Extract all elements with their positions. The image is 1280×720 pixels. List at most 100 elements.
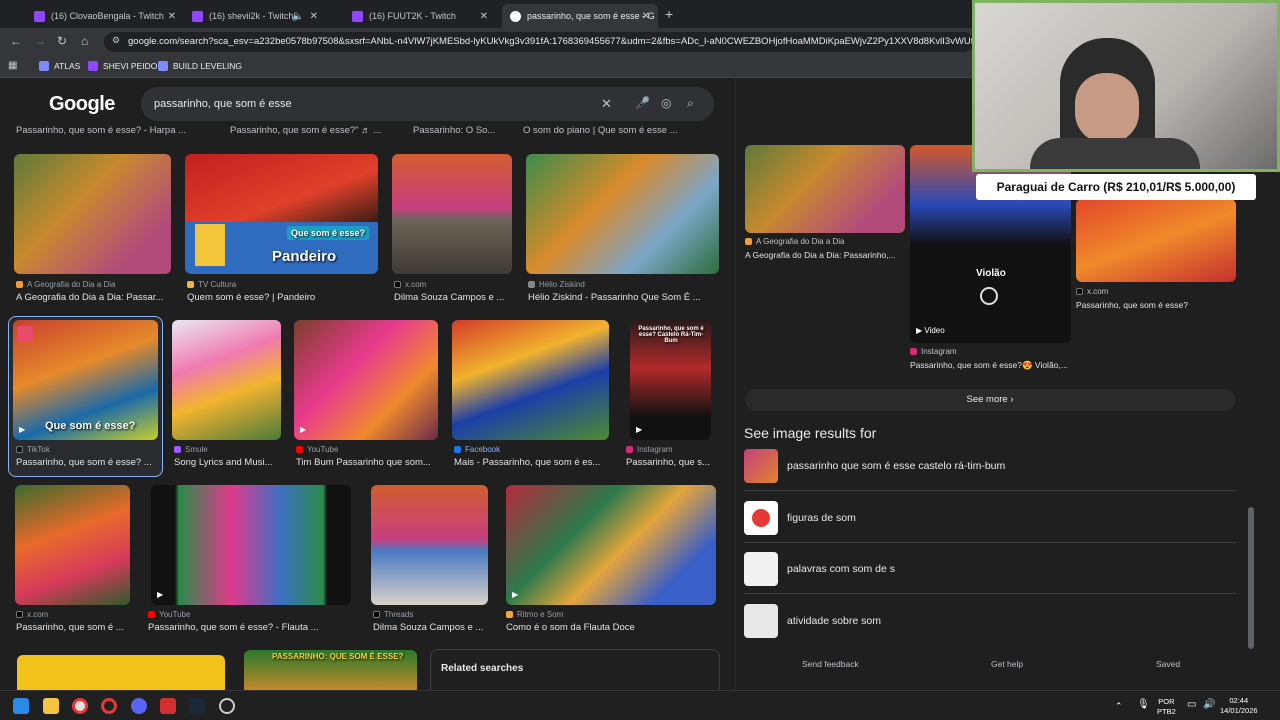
result-caption[interactable]: Passarinho, que som é esse? ... (16, 457, 158, 468)
new-tab-icon[interactable]: + (665, 6, 673, 22)
monitor-icon[interactable]: ▭ (1187, 700, 1196, 710)
site-icon (745, 238, 752, 245)
send-feedback-link[interactable]: Send feedback (802, 659, 859, 669)
app-icon (17, 326, 33, 342)
play-icon: ▶ (636, 425, 643, 434)
result-source: x.com (1076, 287, 1108, 296)
related-image-search[interactable]: palavras com som de s (744, 546, 1236, 594)
result-caption[interactable]: O som do piano | Que som é esse ... (523, 125, 678, 136)
apps-grid-icon[interactable]: ▦ (8, 60, 17, 71)
related-image-search[interactable]: figuras de som (744, 495, 1236, 543)
result-caption[interactable]: Passarinho, que som é esse? - Flauta ... (148, 622, 351, 633)
image-result[interactable] (371, 485, 488, 605)
close-icon[interactable]: ✕ (310, 11, 318, 22)
image-result[interactable] (17, 655, 225, 690)
app-icon[interactable] (160, 698, 176, 714)
result-caption[interactable]: Como é o som da Flauta Doce (506, 622, 716, 633)
related-image-search[interactable]: atividade sobre som (744, 598, 1236, 646)
google-icon (510, 10, 521, 22)
image-result[interactable]: ▶ (151, 485, 351, 605)
result-caption[interactable]: Passarinho, que som é esse?😍 Violão,... (910, 360, 1072, 371)
result-caption[interactable]: Passarinho, que som é esse? - Harpa ... (16, 125, 186, 136)
result-source: A Geografia do Dia a Dia (16, 280, 116, 289)
result-caption[interactable]: Quem som é esse? | Pandeiro (187, 292, 377, 303)
volume-icon[interactable]: 🔊 (1203, 700, 1215, 710)
settings-icon[interactable] (219, 698, 235, 714)
search-icon[interactable]: ⌕ (687, 96, 694, 111)
language-indicator[interactable]: POR PTB2 (1157, 697, 1176, 717)
see-more-button[interactable]: See more › (745, 389, 1235, 411)
result-caption[interactable]: A Geografia do Dia a Dia: Passarinho,... (745, 250, 905, 260)
image-result[interactable] (15, 485, 130, 605)
site-info-icon[interactable]: ⚙ (112, 35, 120, 46)
clear-icon[interactable]: ✕ (601, 96, 612, 112)
tab-twitch-1[interactable]: (16) ClovaoBengala - Twitch ✕ (26, 4, 184, 28)
image-result[interactable] (14, 154, 171, 274)
saved-link[interactable]: Saved (1156, 659, 1180, 669)
image-result[interactable] (745, 145, 905, 233)
result-caption[interactable]: Hélio Ziskind - Passarinho Que Som É ... (528, 292, 718, 303)
home-icon[interactable]: ⌂ (81, 34, 88, 48)
address-bar[interactable]: ⚙ google.com/search?sca_esv=a232be0578b97… (104, 32, 974, 52)
scrollbar[interactable] (1248, 507, 1254, 649)
image-result[interactable]: Que som é esse? ▶ (13, 320, 158, 440)
opera-icon[interactable] (101, 698, 117, 714)
result-caption[interactable]: A Geografia do Dia a Dia: Passar... (16, 292, 171, 303)
image-result[interactable] (1076, 199, 1236, 282)
search-box[interactable]: passarinho, que som é esse ✕ 🎤 ◎ ⌕ (141, 87, 714, 121)
image-result[interactable] (452, 320, 609, 440)
chevron-up-icon[interactable]: ⌃ (1115, 701, 1123, 711)
result-source: Threads (373, 610, 413, 619)
image-result[interactable] (392, 154, 512, 274)
image-result[interactable] (526, 154, 719, 274)
back-icon[interactable]: ← (10, 34, 22, 48)
result-source: Smule (174, 445, 208, 454)
result-caption[interactable]: Passarinho: O So... (413, 125, 495, 136)
tab-twitch-3[interactable]: (16) FUUT2K - Twitch ✕ (344, 4, 496, 28)
result-caption[interactable]: Passarinho, que som é esse? (1076, 300, 1236, 310)
threads-icon (373, 611, 380, 618)
clock[interactable]: 02:44 14/01/2026 (1220, 696, 1258, 716)
image-result[interactable] (172, 320, 281, 440)
steam-icon[interactable] (189, 698, 205, 714)
bookmark-atlas[interactable]: ATLAS (39, 61, 80, 71)
result-caption[interactable]: Song Lyrics and Musi... (174, 457, 280, 468)
result-caption[interactable]: Passarinho, que som é ... (16, 622, 131, 633)
discord-icon[interactable] (131, 698, 147, 714)
related-searches-heading: Related searches (441, 663, 524, 674)
close-icon[interactable]: ✕ (480, 11, 488, 22)
search-input[interactable]: passarinho, que som é esse (154, 98, 292, 110)
result-caption[interactable]: Mais - Passarinho, que som é es... (454, 457, 609, 468)
microphone-icon[interactable]: 🎤 (635, 96, 650, 110)
x-icon (394, 281, 401, 288)
tab-twitch-2[interactable]: (16) shevii2k - Twitch 🔈 ✕ (184, 4, 326, 28)
speaker-icon[interactable]: 🔈 (292, 11, 304, 22)
result-caption[interactable]: Passarinho, que s... (626, 457, 711, 468)
tv-cultura-logo (195, 224, 225, 266)
bookmark-build-leveling[interactable]: BUILD LEVELING (158, 61, 242, 71)
close-icon[interactable]: ✕ (168, 11, 176, 22)
tab-google-search[interactable]: passarinho, que som é esse - G ✕ (502, 4, 658, 28)
webcam-overlay (972, 0, 1280, 172)
bookmark-shevi-peido[interactable]: SHEVI PEIDO (88, 61, 157, 71)
related-image-search[interactable]: passarinho que som é esse castelo rá-tim… (744, 443, 1236, 491)
result-caption[interactable]: Dilma Souza Campos e ... (373, 622, 488, 633)
image-result[interactable]: ▶ (506, 485, 716, 605)
google-logo[interactable]: Google (49, 93, 115, 116)
chrome-icon[interactable] (72, 698, 88, 714)
result-caption[interactable]: Dilma Souza Campos e ... (394, 292, 512, 303)
lens-icon[interactable]: ◎ (661, 96, 671, 110)
get-help-link[interactable]: Get help (991, 659, 1023, 669)
result-caption[interactable]: Passarinho, que som é esse?" ♬ ... (230, 125, 381, 136)
result-caption[interactable]: Tim Bum Passarinho que som... (296, 457, 438, 468)
forward-icon[interactable]: → (34, 34, 46, 48)
image-result[interactable]: Passarinho, que som é esse? Castelo Rá-T… (630, 320, 711, 440)
image-result[interactable]: ▶ (294, 320, 438, 440)
reload-icon[interactable]: ↻ (57, 34, 67, 48)
windows-start-icon[interactable] (13, 698, 29, 714)
close-icon[interactable]: ✕ (642, 11, 650, 22)
image-result[interactable]: PASSARINHO: QUE SOM É ESSE? (244, 650, 417, 690)
image-result[interactable]: Que som é esse? Pandeiro (185, 154, 378, 274)
microphone-icon[interactable]: 🎙 (1137, 700, 1150, 710)
file-explorer-icon[interactable] (43, 698, 59, 714)
